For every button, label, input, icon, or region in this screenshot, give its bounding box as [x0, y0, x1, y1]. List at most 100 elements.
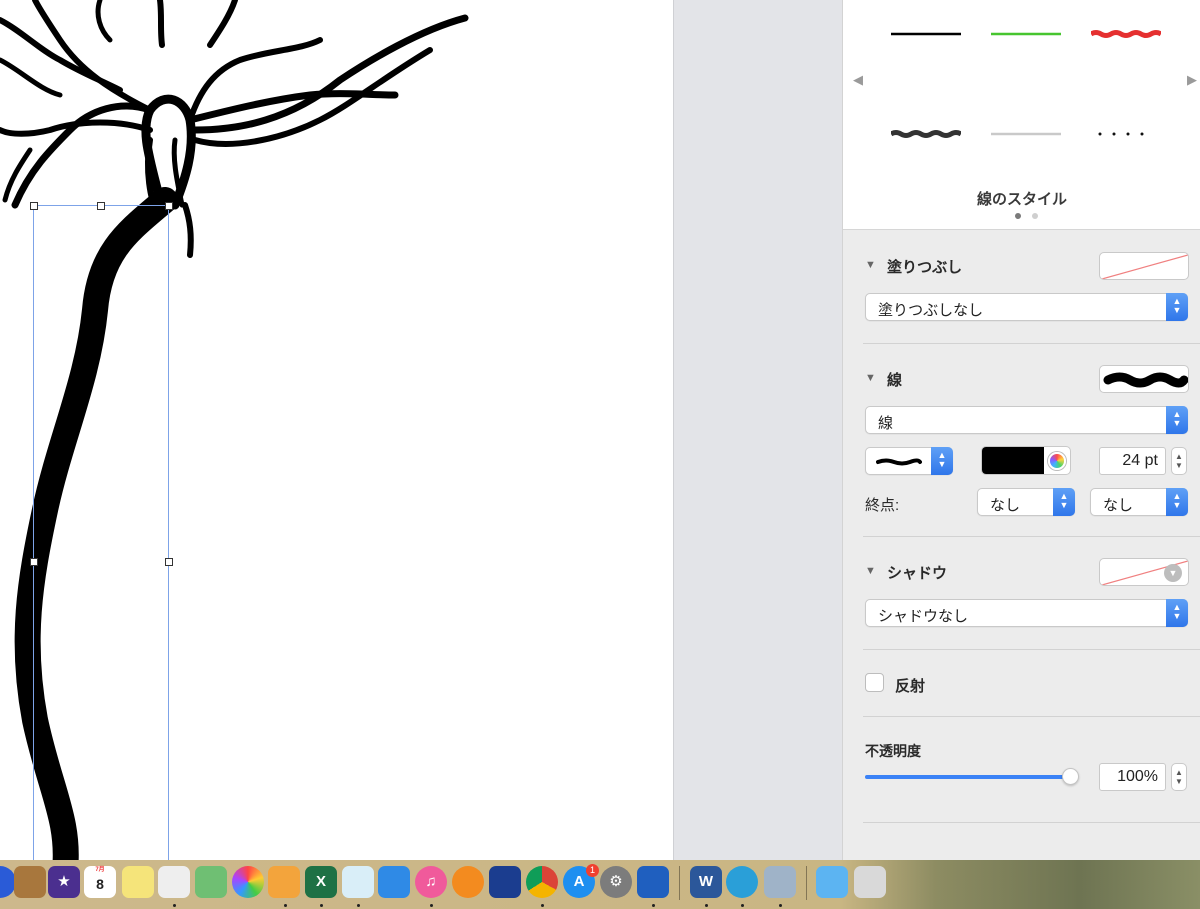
start-endpoint-popup[interactable]: なし ▲ ▼: [977, 488, 1075, 516]
maps-icon[interactable]: [195, 866, 227, 898]
numbers-icon[interactable]: [342, 866, 374, 898]
stroke-width-field[interactable]: 24 pt: [1099, 447, 1166, 475]
network-globe-icon[interactable]: [726, 866, 758, 898]
rough-line-pattern-icon: [876, 458, 922, 466]
stroke-disclosure-icon[interactable]: ▼: [865, 372, 876, 384]
chevron-updown-icon: ▲ ▼: [1053, 488, 1075, 516]
style-swatch-dotted[interactable]: [1098, 124, 1158, 144]
running-indicator: [284, 904, 287, 907]
resize-handle-right[interactable]: [165, 558, 173, 566]
opacity-label: 不透明度: [865, 743, 921, 759]
style-swatch-black-solid[interactable]: [891, 24, 961, 44]
shadow-disclosure-icon[interactable]: ▼: [865, 565, 876, 577]
divider: [863, 343, 1200, 344]
reflection-checkbox[interactable]: [865, 673, 884, 692]
remote-desktop-icon[interactable]: [637, 866, 669, 898]
stroke-color-well[interactable]: [981, 446, 1071, 475]
end-endpoint-value: なし: [1103, 497, 1134, 514]
style-swatch-red-rough[interactable]: [1091, 24, 1161, 44]
style-swatch-gray-solid[interactable]: [991, 124, 1061, 144]
chevron-updown-icon: ▲ ▼: [1166, 293, 1188, 321]
resize-handle-left[interactable]: [30, 558, 38, 566]
textedit-icon[interactable]: [158, 866, 190, 898]
styles-title: 線のスタイル: [976, 191, 1067, 208]
word-letter: W: [698, 873, 714, 890]
fill-type-popup[interactable]: 塗りつぶしなし ▲ ▼: [865, 293, 1188, 321]
image-capture-icon[interactable]: [489, 866, 521, 898]
previous-page-arrow-icon[interactable]: ◀: [853, 72, 863, 88]
resize-handle-top-left[interactable]: [30, 202, 38, 210]
divider: [863, 822, 1200, 823]
dock-separator: [806, 866, 807, 900]
chevron-updown-icon: ▲ ▼: [1166, 488, 1188, 516]
resize-handle-top-right[interactable]: [165, 202, 173, 210]
excel-icon[interactable]: X: [305, 866, 337, 898]
trash-icon[interactable]: [854, 866, 886, 898]
page-dot-1[interactable]: [1015, 213, 1021, 219]
imovie-star-icon[interactable]: ★: [48, 866, 80, 898]
canvas-gutter: [673, 0, 842, 860]
endpoints-label: 終点:: [865, 497, 900, 514]
excel-letter: X: [315, 873, 326, 890]
preview-icon[interactable]: [764, 866, 796, 898]
word-icon[interactable]: W: [690, 866, 722, 898]
chevron-updown-icon: ▲ ▼: [1166, 599, 1188, 627]
drawing-canvas[interactable]: [0, 0, 673, 860]
color-wheel-icon[interactable]: [1048, 452, 1066, 470]
running-indicator: [652, 904, 655, 907]
chrome-icon[interactable]: [526, 866, 558, 898]
stroke-type-value: 線: [878, 415, 894, 432]
shadow-type-popup[interactable]: シャドウなし ▲ ▼: [865, 599, 1188, 627]
stroke-type-popup[interactable]: 線 ▲ ▼: [865, 406, 1188, 434]
books-icon[interactable]: [452, 866, 484, 898]
reflection-label: 反射: [895, 678, 926, 695]
opacity-slider-knob[interactable]: [1062, 768, 1079, 785]
running-indicator: [741, 904, 744, 907]
opacity-stepper[interactable]: ▲ ▼: [1171, 763, 1187, 791]
downloads-folder-icon[interactable]: [816, 866, 848, 898]
photos-icon[interactable]: [232, 866, 264, 898]
running-indicator: [173, 904, 176, 907]
keynote-icon[interactable]: [378, 866, 410, 898]
line-styles-panel: ◀ ▶ 線のスタイル: [843, 0, 1200, 230]
line-pattern-popup[interactable]: ▲ ▼: [865, 447, 953, 475]
resize-handle-top[interactable]: [97, 202, 105, 210]
stroke-color-swatch: [982, 447, 1044, 474]
fill-type-value: 塗りつぶしなし: [878, 302, 984, 319]
calendar-icon[interactable]: 7月 8: [84, 866, 116, 898]
fill-disclosure-icon[interactable]: ▼: [865, 259, 876, 271]
format-inspector: ◀ ▶ 線のスタイル ▼ 塗りつぶし 塗りつぶしなし ▲ ▼ ▼ 線 線 ▲ ▼ ▲…: [842, 0, 1200, 860]
app-store-badge: 1: [586, 864, 599, 877]
rough-stroke-preview-icon: [1103, 372, 1188, 388]
fill-color-well[interactable]: [1099, 252, 1189, 280]
page-dot-2[interactable]: [1032, 213, 1038, 219]
dock-separator: [679, 866, 680, 900]
divider: [863, 536, 1200, 537]
no-color-slash-icon: [1101, 254, 1188, 279]
notebook-icon[interactable]: [14, 866, 46, 898]
style-swatch-black-rough[interactable]: [891, 124, 961, 144]
running-indicator: [430, 904, 433, 907]
running-indicator: [320, 904, 323, 907]
shadow-color-well[interactable]: ▼: [1099, 558, 1189, 586]
chevron-updown-icon: ▲ ▼: [931, 447, 953, 475]
stroke-width-stepper[interactable]: ▲ ▼: [1171, 447, 1187, 475]
calendar-month: 7月: [95, 867, 105, 873]
selection-frame: [33, 205, 169, 860]
style-swatch-green-solid[interactable]: [991, 24, 1061, 44]
notes-icon[interactable]: [122, 866, 154, 898]
divider: [863, 649, 1200, 650]
running-indicator: [779, 904, 782, 907]
opacity-field[interactable]: 100%: [1099, 763, 1166, 791]
running-indicator: [705, 904, 708, 907]
chevron-updown-icon: ▲ ▼: [1166, 406, 1188, 434]
pages-icon[interactable]: [268, 866, 300, 898]
shadow-label: シャドウ: [887, 565, 948, 582]
next-page-arrow-icon[interactable]: ▶: [1187, 72, 1197, 88]
stroke-preview-well[interactable]: [1099, 365, 1189, 393]
opacity-slider-track[interactable]: [865, 775, 1071, 779]
end-endpoint-popup[interactable]: なし ▲ ▼: [1090, 488, 1188, 516]
itunes-icon[interactable]: ♫: [415, 866, 447, 898]
system-preferences-icon[interactable]: ⚙: [600, 866, 632, 898]
divider: [863, 716, 1200, 717]
